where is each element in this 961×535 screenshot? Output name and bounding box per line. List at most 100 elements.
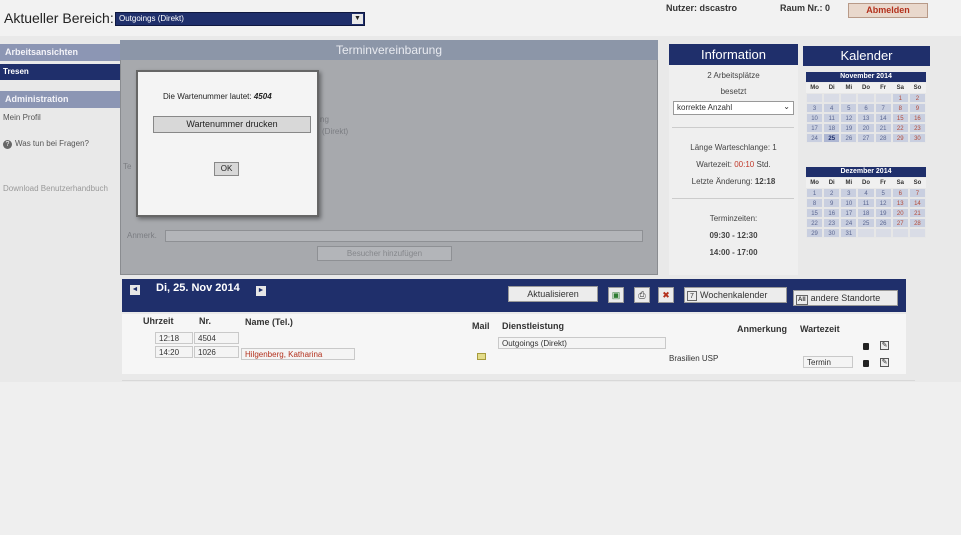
calendar-day[interactable]: 24: [806, 133, 824, 143]
calendar-day[interactable]: 19: [840, 123, 858, 133]
last-change: Letzte Änderung: 12:18: [669, 177, 798, 186]
delete-all-icon[interactable]: ✖: [658, 287, 674, 303]
cell-name[interactable]: Hilgenberg, Katharina: [241, 348, 355, 360]
calendar-day[interactable]: 25: [857, 218, 875, 228]
calendar-day[interactable]: 28: [874, 133, 892, 143]
sidebar-item-download[interactable]: Download Benutzerhandbuch: [3, 184, 108, 193]
calendar-day[interactable]: 16: [908, 113, 926, 123]
calendar-day[interactable]: 4: [823, 103, 841, 113]
calendar-day[interactable]: 13: [891, 198, 909, 208]
next-day-button[interactable]: ►: [256, 286, 266, 296]
calendar-day[interactable]: 23: [908, 123, 926, 133]
calendar-day[interactable]: 9: [823, 198, 841, 208]
week-calendar-button[interactable]: 7 Wochenkalender: [684, 287, 787, 303]
calendar-day[interactable]: 19: [874, 208, 892, 218]
user-label: Nutzer: dscastro: [666, 3, 738, 13]
calendar-day[interactable]: 22: [891, 123, 909, 133]
calendar-day[interactable]: 23: [823, 218, 841, 228]
calendar-day[interactable]: 17: [840, 208, 858, 218]
calendar-day[interactable]: 15: [806, 208, 824, 218]
calendar-day[interactable]: 29: [806, 228, 824, 238]
calendar-day[interactable]: 22: [806, 218, 824, 228]
calendar-day[interactable]: 31: [840, 228, 858, 238]
calendar-day[interactable]: 18: [823, 123, 841, 133]
calendar-day[interactable]: 8: [891, 103, 909, 113]
calendar-december: Mo Di Mi Do Fr Sa So 1 2 3 4 5 6 7 8 9 10 11 12 13 14 15 16 17 1…: [806, 178, 926, 238]
area-select[interactable]: Outgoings (Direkt) ▼: [115, 12, 365, 26]
calendar-day[interactable]: 25: [823, 133, 841, 143]
help-icon: ?: [3, 140, 12, 149]
calendar-title: Kalender: [803, 46, 930, 66]
calendar-day[interactable]: 12: [874, 198, 892, 208]
calendar-day[interactable]: 17: [806, 123, 824, 133]
calendar-day[interactable]: 18: [857, 208, 875, 218]
mail-cell[interactable]: [477, 352, 486, 362]
calendar-day[interactable]: 14: [908, 198, 926, 208]
ok-button[interactable]: OK: [214, 162, 239, 176]
count-select[interactable]: korrekte Anzahl ⌄: [673, 101, 794, 115]
calendar-day[interactable]: 7: [908, 188, 926, 198]
calendar-day[interactable]: 26: [840, 133, 858, 143]
calendar-day[interactable]: 12: [840, 113, 858, 123]
divider: [122, 380, 915, 381]
calendar-day[interactable]: 3: [840, 188, 858, 198]
calendar-day[interactable]: 8: [806, 198, 824, 208]
calendar-day[interactable]: 21: [874, 123, 892, 133]
remark-input[interactable]: [165, 230, 643, 242]
calendar-day[interactable]: 5: [874, 188, 892, 198]
calendar-day[interactable]: 1: [891, 93, 909, 103]
trash-icon[interactable]: [863, 360, 869, 367]
dialog-message: Die Wartenummer lautet: 4504: [163, 92, 272, 101]
trash-icon[interactable]: [863, 343, 869, 350]
calendar-day[interactable]: 27: [891, 218, 909, 228]
calendar-day[interactable]: 24: [840, 218, 858, 228]
calendar-day[interactable]: 2: [908, 93, 926, 103]
calendar-day[interactable]: 10: [806, 113, 824, 123]
sidebar-item-profile[interactable]: Mein Profil: [3, 113, 41, 122]
excel-icon[interactable]: ▣: [608, 287, 624, 303]
calendar-day[interactable]: 14: [874, 113, 892, 123]
calendar-day[interactable]: 1: [806, 188, 824, 198]
cell-wait: Termin: [803, 356, 853, 368]
prev-day-button[interactable]: ◄: [130, 285, 140, 295]
calendar-day[interactable]: 28: [908, 218, 926, 228]
print-number-button[interactable]: Wartenummer drucken: [153, 116, 311, 133]
calendar-empty-cell: [874, 93, 892, 103]
calendar-day[interactable]: 4: [857, 188, 875, 198]
calendar-day[interactable]: 6: [891, 188, 909, 198]
calendar-day[interactable]: 2: [823, 188, 841, 198]
calendar-day[interactable]: 15: [891, 113, 909, 123]
calendar-day[interactable]: 16: [823, 208, 841, 218]
calendar-day[interactable]: 20: [891, 208, 909, 218]
logout-button[interactable]: Abmelden: [848, 3, 928, 18]
sidebar-item-tresen[interactable]: Tresen: [0, 64, 120, 80]
calendar-day[interactable]: 29: [891, 133, 909, 143]
calendar-day[interactable]: 11: [857, 198, 875, 208]
calendar-day[interactable]: 21: [908, 208, 926, 218]
edit-icon[interactable]: ✎: [880, 358, 889, 367]
calendar-day[interactable]: 7: [874, 103, 892, 113]
sidebar-section-admin: Administration: [0, 91, 120, 108]
sidebar-item-help[interactable]: ? Was tun bei Fragen?: [3, 139, 89, 149]
other-locations-button[interactable]: All andere Standorte: [793, 290, 898, 306]
chevron-down-icon: ▼: [352, 14, 363, 24]
calendar-day[interactable]: 5: [840, 103, 858, 113]
add-visitor-button[interactable]: Besucher hinzufügen: [317, 246, 452, 261]
calendar-day[interactable]: 11: [823, 113, 841, 123]
calendar-day[interactable]: 26: [874, 218, 892, 228]
calendar-day[interactable]: 3: [806, 103, 824, 113]
last-change-label: Letzte Änderung:: [691, 177, 753, 186]
calendar-day[interactable]: 20: [857, 123, 875, 133]
refresh-button[interactable]: Aktualisieren: [508, 286, 598, 302]
print-icon[interactable]: ⎙: [634, 287, 650, 303]
calendar-day[interactable]: 13: [857, 113, 875, 123]
calendar-day[interactable]: 6: [857, 103, 875, 113]
calendar-day[interactable]: 10: [840, 198, 858, 208]
calendar-day[interactable]: 9: [908, 103, 926, 113]
weekday-header: Fr: [874, 83, 892, 93]
edit-icon[interactable]: ✎: [880, 341, 889, 350]
workplaces-line1: 2 Arbeitsplätze: [707, 71, 760, 80]
calendar-day[interactable]: 30: [908, 133, 926, 143]
calendar-day[interactable]: 27: [857, 133, 875, 143]
calendar-day[interactable]: 30: [823, 228, 841, 238]
